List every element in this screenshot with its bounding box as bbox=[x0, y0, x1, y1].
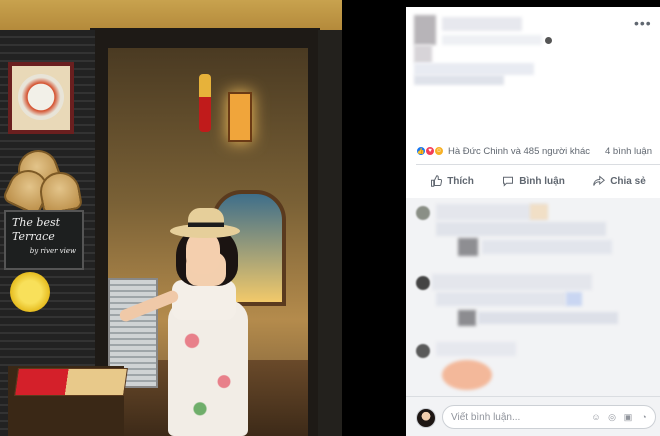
comment-blurred bbox=[458, 310, 476, 326]
comment-blurred bbox=[432, 274, 592, 290]
post-photo[interactable]: The best Terrace by river view bbox=[0, 0, 342, 436]
reactions-bar[interactable]: 👍 ♥ ☺ Hà Đức Chinh và 485 người khác 4 b… bbox=[416, 143, 652, 159]
share-label: Chia sẻ bbox=[610, 175, 646, 187]
author-avatar-blurred bbox=[414, 45, 432, 63]
comment-composer: Viết bình luận... ☺ ◎ ▣ ◔ bbox=[406, 396, 660, 436]
comment-blurred bbox=[482, 240, 612, 254]
post-time-blurred bbox=[442, 35, 542, 45]
gif-icon[interactable]: ▣ bbox=[623, 412, 633, 422]
globe-icon bbox=[545, 37, 552, 44]
framed-picture bbox=[8, 62, 74, 134]
dress-top bbox=[172, 280, 236, 320]
action-bar: Thích Bình luận Chia sẻ bbox=[416, 165, 660, 197]
commenter-avatar[interactable] bbox=[416, 344, 430, 358]
camera-icon[interactable]: ◎ bbox=[607, 412, 617, 422]
comment-input-placeholder: Viết bình luận... bbox=[451, 411, 521, 423]
caption-blurred bbox=[414, 75, 504, 85]
post-side-panel: ••• 👍 ♥ ☺ Hà Đức Chinh và 485 người khác… bbox=[406, 7, 660, 436]
right-shutter bbox=[318, 30, 342, 436]
commenter-avatar[interactable] bbox=[416, 206, 430, 220]
wall-top bbox=[0, 0, 342, 30]
sign-line-2: Terrace bbox=[12, 230, 55, 243]
comment-blurred bbox=[530, 204, 548, 220]
comment-blurred bbox=[436, 292, 566, 306]
like-label: Thích bbox=[447, 175, 474, 187]
comment-blurred bbox=[458, 238, 478, 256]
comment-blurred bbox=[566, 292, 582, 306]
emoji-icon[interactable]: ☺ bbox=[591, 412, 601, 422]
sign-line-1: The best bbox=[12, 216, 61, 229]
reaction-summary[interactable]: Hà Đức Chinh và 485 người khác bbox=[448, 146, 590, 157]
share-button[interactable]: Chia sẻ bbox=[593, 175, 646, 187]
lantern bbox=[228, 92, 252, 142]
menu-book bbox=[14, 368, 128, 396]
face bbox=[186, 232, 220, 274]
share-icon bbox=[593, 175, 606, 186]
sticker-blurred bbox=[442, 360, 492, 390]
commenter-avatar[interactable] bbox=[416, 276, 430, 290]
comment-count[interactable]: 4 bình luận bbox=[605, 146, 652, 157]
straw-hat bbox=[170, 208, 240, 238]
current-user-avatar bbox=[416, 408, 436, 428]
author-name-blurred[interactable] bbox=[442, 17, 522, 31]
comment-blurred bbox=[436, 222, 606, 236]
comment-blurred bbox=[478, 312, 618, 324]
like-button[interactable]: Thích bbox=[430, 175, 474, 187]
author-avatar-blurred[interactable] bbox=[414, 15, 436, 45]
comment-blurred bbox=[436, 342, 516, 356]
sign-line-3: by river view bbox=[29, 247, 76, 255]
thumbs-up-icon bbox=[431, 175, 443, 187]
comment-button[interactable]: Bình luận bbox=[502, 175, 565, 187]
hat-crown bbox=[188, 208, 224, 232]
comments-list bbox=[406, 198, 660, 398]
comment-label: Bình luận bbox=[519, 175, 565, 187]
comment-input[interactable]: Viết bình luận... ☺ ◎ ▣ ◔ bbox=[442, 405, 656, 429]
sticker-icon[interactable]: ◔ bbox=[639, 412, 649, 422]
food-plate bbox=[18, 74, 64, 120]
caption-blurred bbox=[414, 63, 534, 75]
yellow-flower bbox=[10, 272, 50, 312]
terrace-sign: The best Terrace by river view bbox=[4, 210, 84, 270]
composer-icons: ☺ ◎ ▣ ◔ bbox=[591, 412, 655, 422]
comment-icon bbox=[503, 176, 514, 187]
more-options-icon[interactable]: ••• bbox=[634, 16, 651, 30]
red-knot-ornament bbox=[199, 74, 211, 132]
floral-dress bbox=[168, 300, 248, 436]
haha-icon: ☺ bbox=[434, 146, 444, 156]
